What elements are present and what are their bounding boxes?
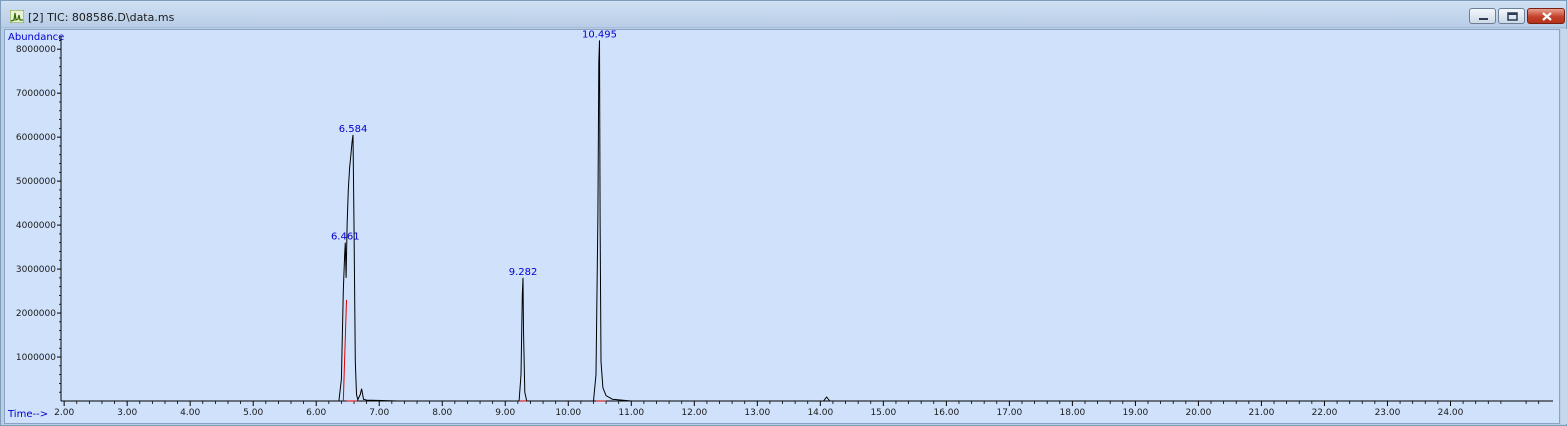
x-tick-label: 17.00 <box>996 408 1022 418</box>
integration-baseline <box>342 299 347 402</box>
chromatogram-window: [2] TIC: 808586.D\data.ms Abundance Time… <box>0 0 1567 426</box>
x-tick-label: 7.00 <box>369 408 389 418</box>
x-tick-label: 3.00 <box>117 408 137 418</box>
chromatogram-chart: Abundance Time--> 2.00 3.00 4.00 5.00 6.00 7.… <box>7 30 1553 420</box>
x-tick-label: 10.00 <box>555 408 581 418</box>
x-tick-label: 24.00 <box>1438 408 1464 418</box>
x-tick-label: 4.00 <box>180 408 200 418</box>
y-tick-label: 7000000 <box>16 89 56 99</box>
y-tick-label: 3000000 <box>16 265 56 275</box>
ticks: 2.00 3.00 4.00 5.00 6.00 7.00 8.00 9.00 10.00 11.… <box>16 39 1540 418</box>
close-icon <box>1542 12 1552 21</box>
x-tick-label: 19.00 <box>1123 408 1149 418</box>
vertical-scrollbar[interactable] <box>1561 29 1567 424</box>
x-tick-label: 18.00 <box>1060 408 1086 418</box>
peak-label: 10.495 <box>582 30 617 40</box>
x-tick-label: 23.00 <box>1375 408 1401 418</box>
traces <box>64 40 1539 402</box>
y-tick-label: 6000000 <box>16 133 56 143</box>
minimize-button[interactable] <box>1469 8 1496 24</box>
x-tick-label: 21.00 <box>1249 408 1275 418</box>
y-tick-label: 1000000 <box>16 353 56 363</box>
x-tick-label: 9.00 <box>495 408 515 418</box>
x-tick-label: 14.00 <box>807 408 833 418</box>
window-title: [2] TIC: 808586.D\data.ms <box>28 11 175 24</box>
x-tick-label: 2.00 <box>54 408 74 418</box>
x-tick-label: 8.00 <box>432 408 452 418</box>
x-tick-label: 13.00 <box>744 408 770 418</box>
x-axis-label: Time--> <box>7 409 48 420</box>
peak-labels: 6.461 6.584 9.282 10.495 <box>331 30 617 278</box>
minimize-icon <box>1479 18 1488 20</box>
x-tick-label: 22.00 <box>1312 408 1338 418</box>
peak-label: 6.584 <box>339 124 368 135</box>
x-tick-label: 15.00 <box>870 408 896 418</box>
x-tick-label: 12.00 <box>681 408 707 418</box>
y-tick-label: 5000000 <box>16 177 56 187</box>
x-tick-label: 16.00 <box>933 408 959 418</box>
chromatogram-app-icon <box>10 10 24 23</box>
y-tick-label: 4000000 <box>16 221 56 231</box>
chromatogram-plot-area[interactable]: Abundance Time--> 2.00 3.00 4.00 5.00 6.00 7.… <box>4 29 1560 424</box>
tic-trace <box>64 40 1539 402</box>
title-bar[interactable]: [2] TIC: 808586.D\data.ms <box>1 1 1566 28</box>
x-tick-label: 11.00 <box>618 408 644 418</box>
maximize-icon <box>1507 12 1518 21</box>
peak-label: 6.461 <box>331 232 360 243</box>
close-button[interactable] <box>1527 8 1565 24</box>
axes <box>60 36 1553 402</box>
y-axis-label: Abundance <box>8 32 64 43</box>
x-tick-label: 20.00 <box>1186 408 1212 418</box>
maximize-button[interactable] <box>1498 8 1525 24</box>
peak-label: 9.282 <box>509 267 538 278</box>
y-tick-label: 2000000 <box>16 309 56 319</box>
x-tick-label: 5.00 <box>243 408 263 418</box>
x-tick-label: 6.00 <box>306 408 326 418</box>
y-tick-label: 8000000 <box>16 45 56 55</box>
